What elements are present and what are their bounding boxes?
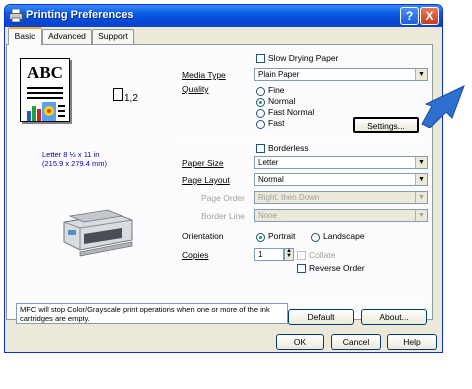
page-order-label: Page Order: [201, 193, 245, 203]
quality-fine-radio[interactable]: [256, 87, 265, 96]
reverse-order-checkbox[interactable]: [297, 264, 306, 273]
page-layout-value: Normal: [258, 175, 284, 184]
quality-fine-label: Fine: [268, 85, 285, 95]
footer-divider: [10, 297, 430, 298]
title-bar[interactable]: Printing Preferences ? X: [5, 5, 442, 27]
chevron-down-icon: ▼: [415, 192, 427, 203]
slow-drying-paper-label: Slow Drying Paper: [268, 53, 339, 63]
chevron-down-icon: ▼: [415, 174, 427, 185]
copies-input[interactable]: 1: [254, 248, 284, 261]
collate-checkbox[interactable]: [297, 251, 306, 260]
pointer-arrow-icon: [421, 85, 465, 128]
settings-button[interactable]: Settings...: [353, 117, 419, 133]
preview-text-line: [27, 97, 63, 99]
copies-value: 1: [258, 250, 263, 259]
chevron-down-icon: ▼: [415, 69, 427, 80]
title-help-button[interactable]: ?: [400, 7, 419, 25]
printer-image: [63, 209, 133, 257]
ok-button[interactable]: OK: [276, 334, 324, 350]
borderless-label: Borderless: [268, 143, 309, 153]
title-close-button[interactable]: X: [420, 7, 439, 25]
tab-advanced[interactable]: Advanced: [42, 29, 92, 44]
preview-text-line: [27, 87, 63, 89]
border-line-label: Border Line: [201, 211, 245, 221]
chevron-down-icon: ▼: [415, 210, 427, 221]
border-line-value: None: [258, 211, 278, 220]
borderless-checkbox[interactable]: [256, 144, 265, 153]
page-order-select[interactable]: Right, then Down ▼: [254, 191, 428, 204]
copies-label: Copies: [182, 250, 209, 260]
preview-image-icon: [27, 102, 65, 121]
quality-fast-normal-radio[interactable]: [256, 109, 265, 118]
paper-size-inches: Letter 8 ½ x 11 in: [42, 150, 100, 159]
landscape-label: Landscape: [323, 231, 365, 241]
preview-text-line: [27, 92, 63, 94]
preview-heading: ABC: [27, 63, 63, 82]
media-type-value: Plain Paper: [258, 70, 300, 79]
paper-orientation-icon: [113, 88, 123, 101]
paper-size-select[interactable]: Letter ▼: [254, 156, 428, 169]
landscape-radio[interactable]: [311, 233, 320, 242]
media-type-select[interactable]: Plain Paper ▼: [254, 68, 428, 81]
page-order-value: Right, then Down: [258, 193, 320, 202]
default-button[interactable]: Default: [288, 309, 354, 325]
chevron-down-icon: ▼: [415, 157, 427, 168]
cancel-button[interactable]: Cancel: [331, 334, 381, 350]
slow-drying-paper-checkbox[interactable]: [256, 54, 265, 63]
copies-stepper[interactable]: ▲ ▼: [284, 248, 294, 261]
paper-size-label: Paper Size: [182, 158, 224, 168]
quality-fast-normal-label: Fast Normal: [268, 107, 315, 117]
paper-size-value: Letter: [258, 158, 279, 167]
media-type-label: Media Type: [182, 70, 226, 80]
paper-size-info: Letter 8 ½ x 11 in (215.9 x 279.4 mm): [42, 150, 107, 168]
copies-per-page-label: 1,2: [124, 93, 138, 104]
printer-icon: [9, 9, 23, 22]
tab-basic[interactable]: Basic: [8, 27, 42, 45]
orientation-label: Orientation: [182, 231, 224, 241]
window-title: Printing Preferences: [26, 9, 134, 21]
down-arrow-icon[interactable]: ▼: [285, 253, 293, 259]
section-divider: [177, 136, 427, 137]
ink-warning-message: MFC will stop Color/Grayscale print oper…: [16, 303, 288, 324]
page-layout-label: Page Layout: [182, 175, 230, 185]
reverse-order-label: Reverse Order: [309, 263, 365, 273]
border-line-select[interactable]: None ▼: [254, 209, 428, 222]
about-button[interactable]: About...: [361, 309, 427, 325]
quality-label: Quality: [182, 84, 209, 94]
quality-fast-radio[interactable]: [256, 120, 265, 129]
collate-label: Collate: [309, 250, 336, 260]
paper-size-mm: (215.9 x 279.4 mm): [42, 159, 108, 168]
quality-normal-label: Normal: [268, 96, 296, 106]
page-layout-select[interactable]: Normal ▼: [254, 173, 428, 186]
quality-normal-radio[interactable]: [256, 98, 265, 107]
portrait-label: Portrait: [268, 231, 296, 241]
print-preview-page: ABC: [20, 58, 70, 122]
portrait-radio[interactable]: [256, 233, 265, 242]
quality-fast-label: Fast: [268, 118, 285, 128]
help-button[interactable]: Help: [387, 334, 437, 350]
tab-support[interactable]: Support: [92, 29, 134, 44]
